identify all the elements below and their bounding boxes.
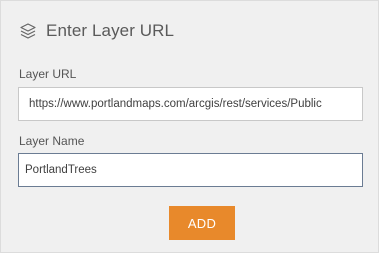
panel-header: Enter Layer URL	[19, 20, 174, 42]
layers-icon	[19, 22, 37, 40]
add-button[interactable]: ADD	[169, 206, 235, 240]
enter-layer-url-panel: Enter Layer URL Layer URL Layer Name ADD	[0, 0, 379, 253]
layer-url-input[interactable]	[18, 87, 363, 121]
layer-name-input[interactable]	[18, 153, 363, 187]
page-title: Enter Layer URL	[46, 21, 175, 40]
layer-name-label: Layer Name	[19, 134, 85, 148]
layer-url-label: Layer URL	[19, 67, 77, 81]
